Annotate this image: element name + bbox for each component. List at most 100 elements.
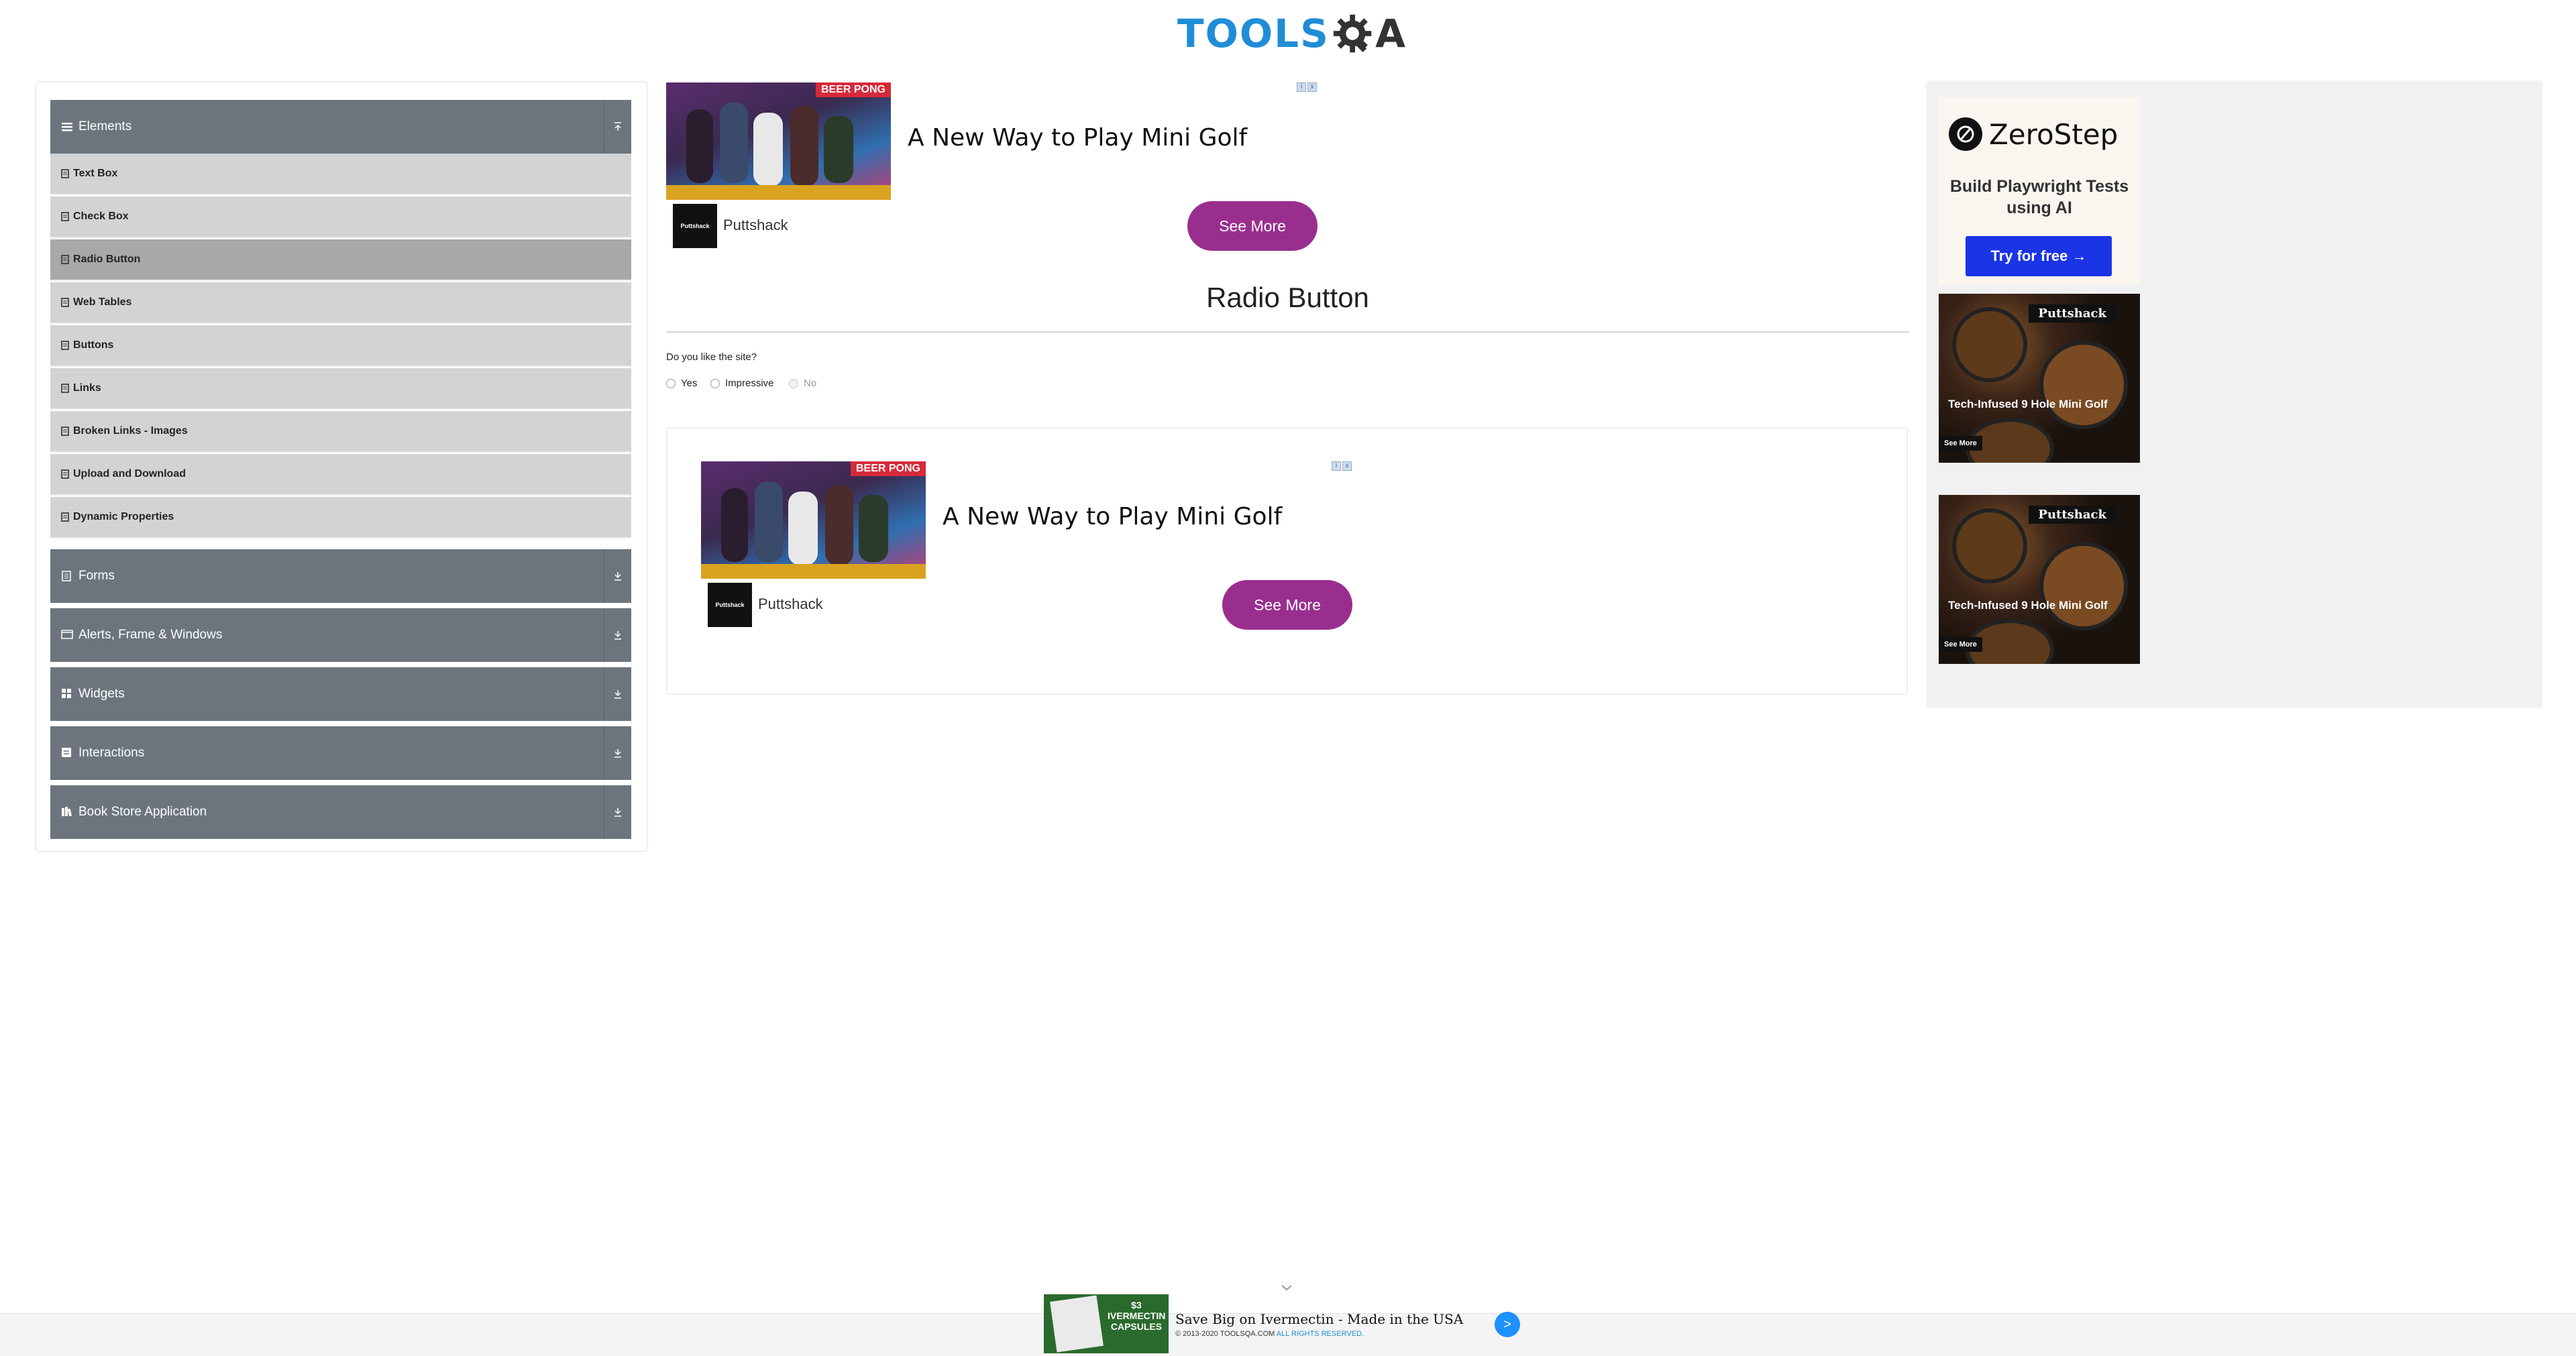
menu-item-radio-button[interactable]: Radio Button — [50, 239, 631, 281]
radio-circle[interactable] — [666, 378, 676, 388]
menu-group-interactions[interactable]: Interactions — [50, 726, 631, 780]
toolsqa-logo[interactable]: TOOLS A — [1177, 7, 1405, 60]
ad-headline: A New Way to Play Mini Golf — [908, 124, 1248, 152]
interactions-icon — [61, 747, 73, 759]
bottom-ad-image-label: $3 IVERMECTIN CAPSULES — [1108, 1300, 1166, 1332]
menu-item-label: Radio Button — [73, 253, 141, 265]
menu-item-label: Broken Links - Images — [73, 425, 188, 437]
menu-item-broken-links[interactable]: Broken Links - Images — [50, 411, 631, 453]
zerostep-brand: ZeroStep — [1949, 117, 2118, 151]
item-icon — [61, 298, 69, 307]
inline-ad[interactable]: BEER PONG ix A New Way to Play Mini Golf… — [701, 461, 1353, 630]
ad-image-sign: BEER PONG — [815, 82, 891, 97]
menu-item-label: Dynamic Properties — [73, 511, 174, 522]
menu-item-links[interactable]: Links — [50, 368, 631, 410]
brand-logo: Puttshack — [708, 583, 752, 627]
food-ad-2[interactable]: Puttshack Tech-Infused 9 Hole Mini Golf … — [1939, 495, 2140, 664]
menu-item-label: Text Box — [73, 168, 118, 179]
menu-item-label: Links — [73, 382, 101, 394]
gear-icon — [1333, 14, 1372, 53]
bottom-ad-image[interactable]: $3 IVERMECTIN CAPSULES — [1044, 1294, 1169, 1353]
bottom-ad-text[interactable]: Save Big on Ivermectin - Made in the USA — [1175, 1311, 1463, 1327]
logo-suffix: A — [1375, 11, 1405, 56]
item-icon — [61, 341, 69, 350]
try-for-free-button[interactable]: Try for free → — [1966, 236, 2112, 276]
copyright-suffix: ALL RIGHTS RESERVED. — [1276, 1330, 1364, 1338]
expand-icon[interactable] — [604, 726, 631, 780]
ad-brand: Puttshack — [2029, 506, 2116, 524]
radio-label: No — [804, 378, 817, 389]
menu-group-alerts[interactable]: Alerts, Frame & Windows — [50, 608, 631, 662]
collapse-icon[interactable] — [604, 100, 631, 154]
ad-brand: Puttshack — [723, 217, 788, 233]
radio-label[interactable]: Impressive — [725, 378, 774, 389]
menu-group-title: Interactions — [78, 746, 145, 760]
zerostep-name: ZeroStep — [1989, 117, 2118, 151]
menu-group-widgets[interactable]: Widgets — [50, 667, 631, 721]
ad-choices-icon[interactable]: ix — [1332, 461, 1353, 472]
ad-text: Tech-Infused 9 Hole Mini Golf — [1948, 398, 2108, 410]
window-icon — [61, 629, 73, 641]
radio-circle[interactable] — [710, 378, 720, 388]
title-divider — [666, 331, 1909, 333]
page-title: Radio Button — [1206, 282, 1369, 313]
zerostep-logo-icon — [1949, 117, 1982, 151]
expand-icon[interactable] — [604, 785, 631, 839]
radio-yes[interactable]: Yes — [666, 378, 697, 389]
menu-group-title: Alerts, Frame & Windows — [78, 628, 223, 642]
item-icon — [61, 384, 69, 393]
menu-item-label: Buttons — [73, 339, 114, 351]
book-store-icon — [61, 806, 73, 818]
item-icon — [61, 469, 69, 479]
radio-impressive[interactable]: Impressive — [710, 378, 774, 389]
ad-brand: Puttshack — [2029, 304, 2116, 323]
copyright-prefix: © 2013-2020 TOOLSQA.COM — [1175, 1330, 1275, 1338]
item-icon — [61, 427, 69, 436]
menu-item-web-tables[interactable]: Web Tables — [50, 282, 631, 324]
ad-text: Tech-Infused 9 Hole Mini Golf — [1948, 599, 2108, 612]
expand-icon[interactable] — [604, 667, 631, 721]
expand-icon[interactable] — [604, 608, 631, 662]
form-icon — [61, 570, 73, 582]
top-ad[interactable]: BEER PONG ix A New Way to Play Mini Golf… — [666, 82, 1318, 251]
radio-label[interactable]: Yes — [681, 378, 697, 389]
menu-group-elements[interactable]: Elements — [50, 100, 631, 154]
ad-image-sign: BEER PONG — [850, 461, 926, 476]
see-more-link[interactable]: See More — [1939, 637, 1982, 652]
ad-arrow-button[interactable]: > — [1495, 1312, 1520, 1337]
ad-image: BEER PONG — [701, 461, 926, 579]
widgets-icon — [61, 688, 73, 700]
ad-image: BEER PONG — [666, 82, 891, 200]
ad-choices-icon[interactable]: ix — [1297, 82, 1318, 93]
see-more-button[interactable]: See More — [1222, 580, 1352, 630]
menu-item-buttons[interactable]: Buttons — [50, 325, 631, 367]
menu-item-text-box[interactable]: Text Box — [50, 154, 631, 195]
menu-item-label: Upload and Download — [73, 468, 186, 479]
brand-logo: Puttshack — [673, 204, 717, 248]
menu-item-label: Web Tables — [73, 296, 132, 308]
menu-item-check-box[interactable]: Check Box — [50, 196, 631, 238]
item-icon — [61, 212, 69, 221]
see-more-link[interactable]: See More — [1939, 436, 1982, 451]
menu-group-book-store[interactable]: Book Store Application — [50, 785, 631, 839]
menu-group-forms[interactable]: Forms — [50, 549, 631, 603]
copyright: © 2013-2020 TOOLSQA.COM ALL RIGHTS RESER… — [1175, 1330, 1364, 1338]
menu-group-title: Elements — [78, 119, 132, 133]
menu-item-upload-download[interactable]: Upload and Download — [50, 454, 631, 496]
item-icon — [61, 255, 69, 264]
chevron-down-icon[interactable] — [1279, 1280, 1295, 1296]
radio-no: No — [789, 378, 816, 389]
menu-item-dynamic-properties[interactable]: Dynamic Properties — [50, 497, 631, 539]
left-menu-panel: Elements Text Box Check Box Radio Button… — [36, 82, 647, 852]
radio-circle — [789, 378, 798, 388]
item-icon — [61, 512, 69, 522]
list-icon — [61, 121, 73, 133]
see-more-button[interactable]: See More — [1187, 201, 1318, 251]
item-icon — [61, 169, 69, 178]
ad-headline: A New Way to Play Mini Golf — [943, 503, 1283, 530]
menu-group-title: Forms — [78, 569, 115, 583]
expand-icon[interactable] — [604, 549, 631, 603]
ad-brand: Puttshack — [758, 596, 823, 612]
menu-item-label: Check Box — [73, 211, 129, 222]
food-ad-1[interactable]: Puttshack Tech-Infused 9 Hole Mini Golf … — [1939, 294, 2140, 463]
